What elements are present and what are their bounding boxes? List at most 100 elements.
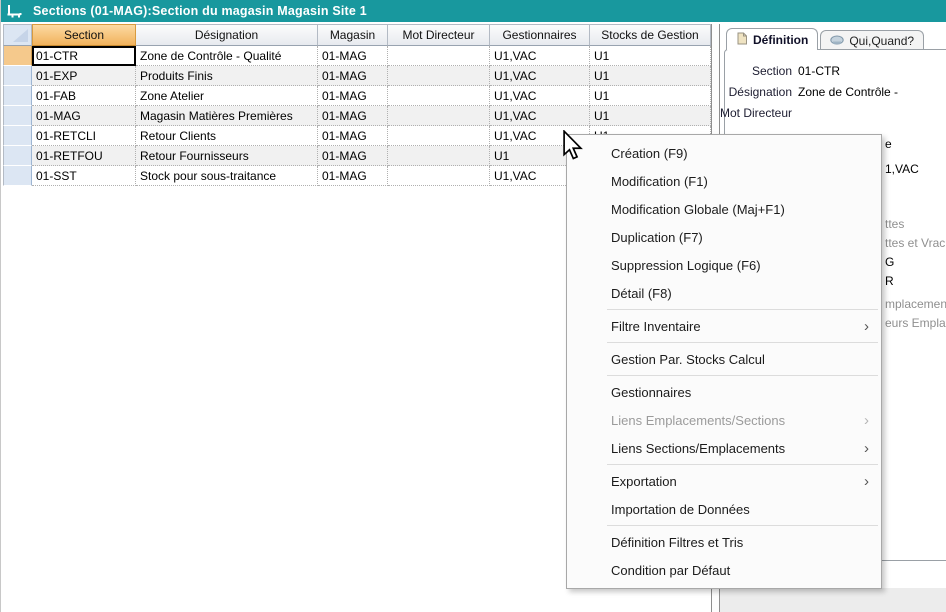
cell-designation[interactable]: Retour Fournisseurs (136, 146, 318, 166)
submenu-arrow-icon: › (864, 441, 869, 456)
menu-item[interactable]: Définition Filtres et Tris (567, 528, 881, 556)
table-row: 01-CTRZone de Contrôle - Qualité01-MAG U1… (3, 46, 711, 66)
clock-icon (830, 34, 844, 48)
cell-stocks-de-gestion[interactable]: U1 (590, 106, 711, 126)
menu-item[interactable]: Suppression Logique (F6) (567, 251, 881, 279)
table-row: 01-MAGMagasin Matières Premières01-MAG U1… (3, 106, 711, 126)
app-window: Sections (01-MAG):Section du magasin Mag… (0, 0, 946, 612)
menu-item[interactable]: Duplication (F7) (567, 223, 881, 251)
menu-item[interactable]: Modification (F1) (567, 167, 881, 195)
tab-definition[interactable]: Définition (726, 28, 818, 50)
submenu-arrow-icon: › (864, 474, 869, 489)
cell-gestionnaires[interactable]: U1,VAC (490, 86, 590, 106)
menu-item-label: Liens Sections/Emplacements (611, 441, 785, 456)
cell-section[interactable]: 01-EXP (32, 66, 136, 86)
panel-text-fragment: e (885, 137, 892, 151)
menu-item-label: Condition par Défaut (611, 563, 730, 578)
cell-section[interactable]: 01-RETCLI (32, 126, 136, 146)
menu-item[interactable]: Exportation› (567, 467, 881, 495)
header-row: SectionDésignationMagasinMot DirecteurGe… (3, 24, 711, 46)
tab-qui-quand[interactable]: Qui,Quand? (820, 30, 924, 50)
menu-item-label: Gestionnaires (611, 385, 691, 400)
title-bar: Sections (01-MAG):Section du magasin Mag… (1, 0, 946, 22)
cell-designation[interactable]: Produits Finis (136, 66, 318, 86)
menu-item[interactable]: Liens Sections/Emplacements › (567, 434, 881, 462)
cell-magasin[interactable]: 01-MAG (318, 126, 388, 146)
menu-item[interactable]: Liens Emplacements/Sections› (567, 406, 881, 434)
menu-item-label: Gestion Par. Stocks Calcul (611, 352, 765, 367)
menu-item-label: Détail (F8) (611, 286, 672, 301)
cell-mot-directeur[interactable] (388, 166, 490, 186)
menu-item[interactable]: Gestionnaires (567, 378, 881, 406)
row-selector[interactable] (3, 46, 32, 66)
cell-section[interactable]: 01-RETFOU (32, 146, 136, 166)
panel-text-fragment: R (885, 274, 894, 288)
column-header-stocks-de-gestion[interactable]: Stocks de Gestion (590, 24, 711, 46)
cell-section[interactable]: 01-CTR (32, 46, 136, 66)
panel-tabs: DéfinitionQui,Quand? (726, 28, 926, 50)
row-selector[interactable] (3, 86, 32, 106)
cell-mot-directeur[interactable] (388, 86, 490, 106)
cell-designation[interactable]: Zone de Contrôle - Qualité (136, 46, 318, 66)
menu-item-label: Filtre Inventaire (611, 319, 701, 334)
cell-gestionnaires[interactable]: U1,VAC (490, 106, 590, 126)
cell-mot-directeur[interactable] (388, 126, 490, 146)
field-value[interactable]: Zone de Contrôle - (798, 85, 944, 99)
menu-item[interactable]: Condition par Défaut (567, 556, 881, 584)
cell-mot-directeur[interactable] (388, 46, 490, 66)
row-selector[interactable] (3, 106, 32, 126)
menu-item[interactable]: Modification Globale (Maj+F1) (567, 195, 881, 223)
panel-text-fragment: 1,VAC (885, 162, 919, 176)
cell-designation[interactable]: Magasin Matières Premières (136, 106, 318, 126)
cell-magasin[interactable]: 01-MAG (318, 86, 388, 106)
row-selector[interactable] (3, 126, 32, 146)
cell-section[interactable]: 01-MAG (32, 106, 136, 126)
column-header-designation[interactable]: Désignation (136, 24, 318, 46)
field-value[interactable]: 01-CTR (798, 64, 944, 78)
panel-text-fragment: G (885, 255, 894, 269)
submenu-arrow-icon: › (864, 413, 869, 428)
cell-magasin[interactable]: 01-MAG (318, 146, 388, 166)
cell-mot-directeur[interactable] (388, 146, 490, 166)
column-header-section[interactable]: Section (32, 24, 136, 46)
cell-mot-directeur[interactable] (388, 106, 490, 126)
panel-text-fragment: eurs Empla (885, 316, 946, 330)
column-header-magasin[interactable]: Magasin (318, 24, 388, 46)
cell-gestionnaires[interactable]: U1,VAC (490, 46, 590, 66)
menu-item[interactable]: Filtre Inventaire› (567, 312, 881, 340)
row-selector[interactable] (3, 66, 32, 86)
menu-item-label: Duplication (F7) (611, 230, 703, 245)
cell-stocks-de-gestion[interactable]: U1 (590, 66, 711, 86)
menu-item[interactable]: Gestion Par. Stocks Calcul (567, 345, 881, 373)
menu-item[interactable]: Détail (F8) (567, 279, 881, 307)
cell-section[interactable]: 01-SST (32, 166, 136, 186)
panel-bottom-strip (720, 588, 946, 612)
field-label: Section (720, 64, 792, 78)
row-selector[interactable] (3, 166, 32, 186)
menu-separator (607, 309, 878, 310)
cell-magasin[interactable]: 01-MAG (318, 166, 388, 186)
select-all-corner[interactable] (3, 24, 32, 46)
cell-stocks-de-gestion[interactable]: U1 (590, 86, 711, 106)
menu-separator (607, 375, 878, 376)
menu-item[interactable]: Importation de Données (567, 495, 881, 523)
cell-magasin[interactable]: 01-MAG (318, 106, 388, 126)
cell-magasin[interactable]: 01-MAG (318, 66, 388, 86)
row-selector[interactable] (3, 146, 32, 166)
table-row: 01-EXPProduits Finis01-MAG U1,VACU1 (3, 66, 711, 86)
cell-mot-directeur[interactable] (388, 66, 490, 86)
cell-gestionnaires[interactable]: U1,VAC (490, 66, 590, 86)
panel-text-fragment: ttes et Vrac (885, 236, 945, 250)
cell-designation[interactable]: Retour Clients (136, 126, 318, 146)
menu-item[interactable]: Création (F9) (567, 139, 881, 167)
field-row: DésignationZone de Contrôle - (720, 84, 944, 100)
cell-designation[interactable]: Zone Atelier (136, 86, 318, 106)
column-header-mot-directeur[interactable]: Mot Directeur (388, 24, 490, 46)
menu-item-label: Définition Filtres et Tris (611, 535, 743, 550)
cell-section[interactable]: 01-FAB (32, 86, 136, 106)
menu-separator (607, 525, 878, 526)
cell-magasin[interactable]: 01-MAG (318, 46, 388, 66)
cell-stocks-de-gestion[interactable]: U1 (590, 46, 711, 66)
column-header-gestionnaires[interactable]: Gestionnaires (490, 24, 590, 46)
cell-designation[interactable]: Stock pour sous-traitance (136, 166, 318, 186)
